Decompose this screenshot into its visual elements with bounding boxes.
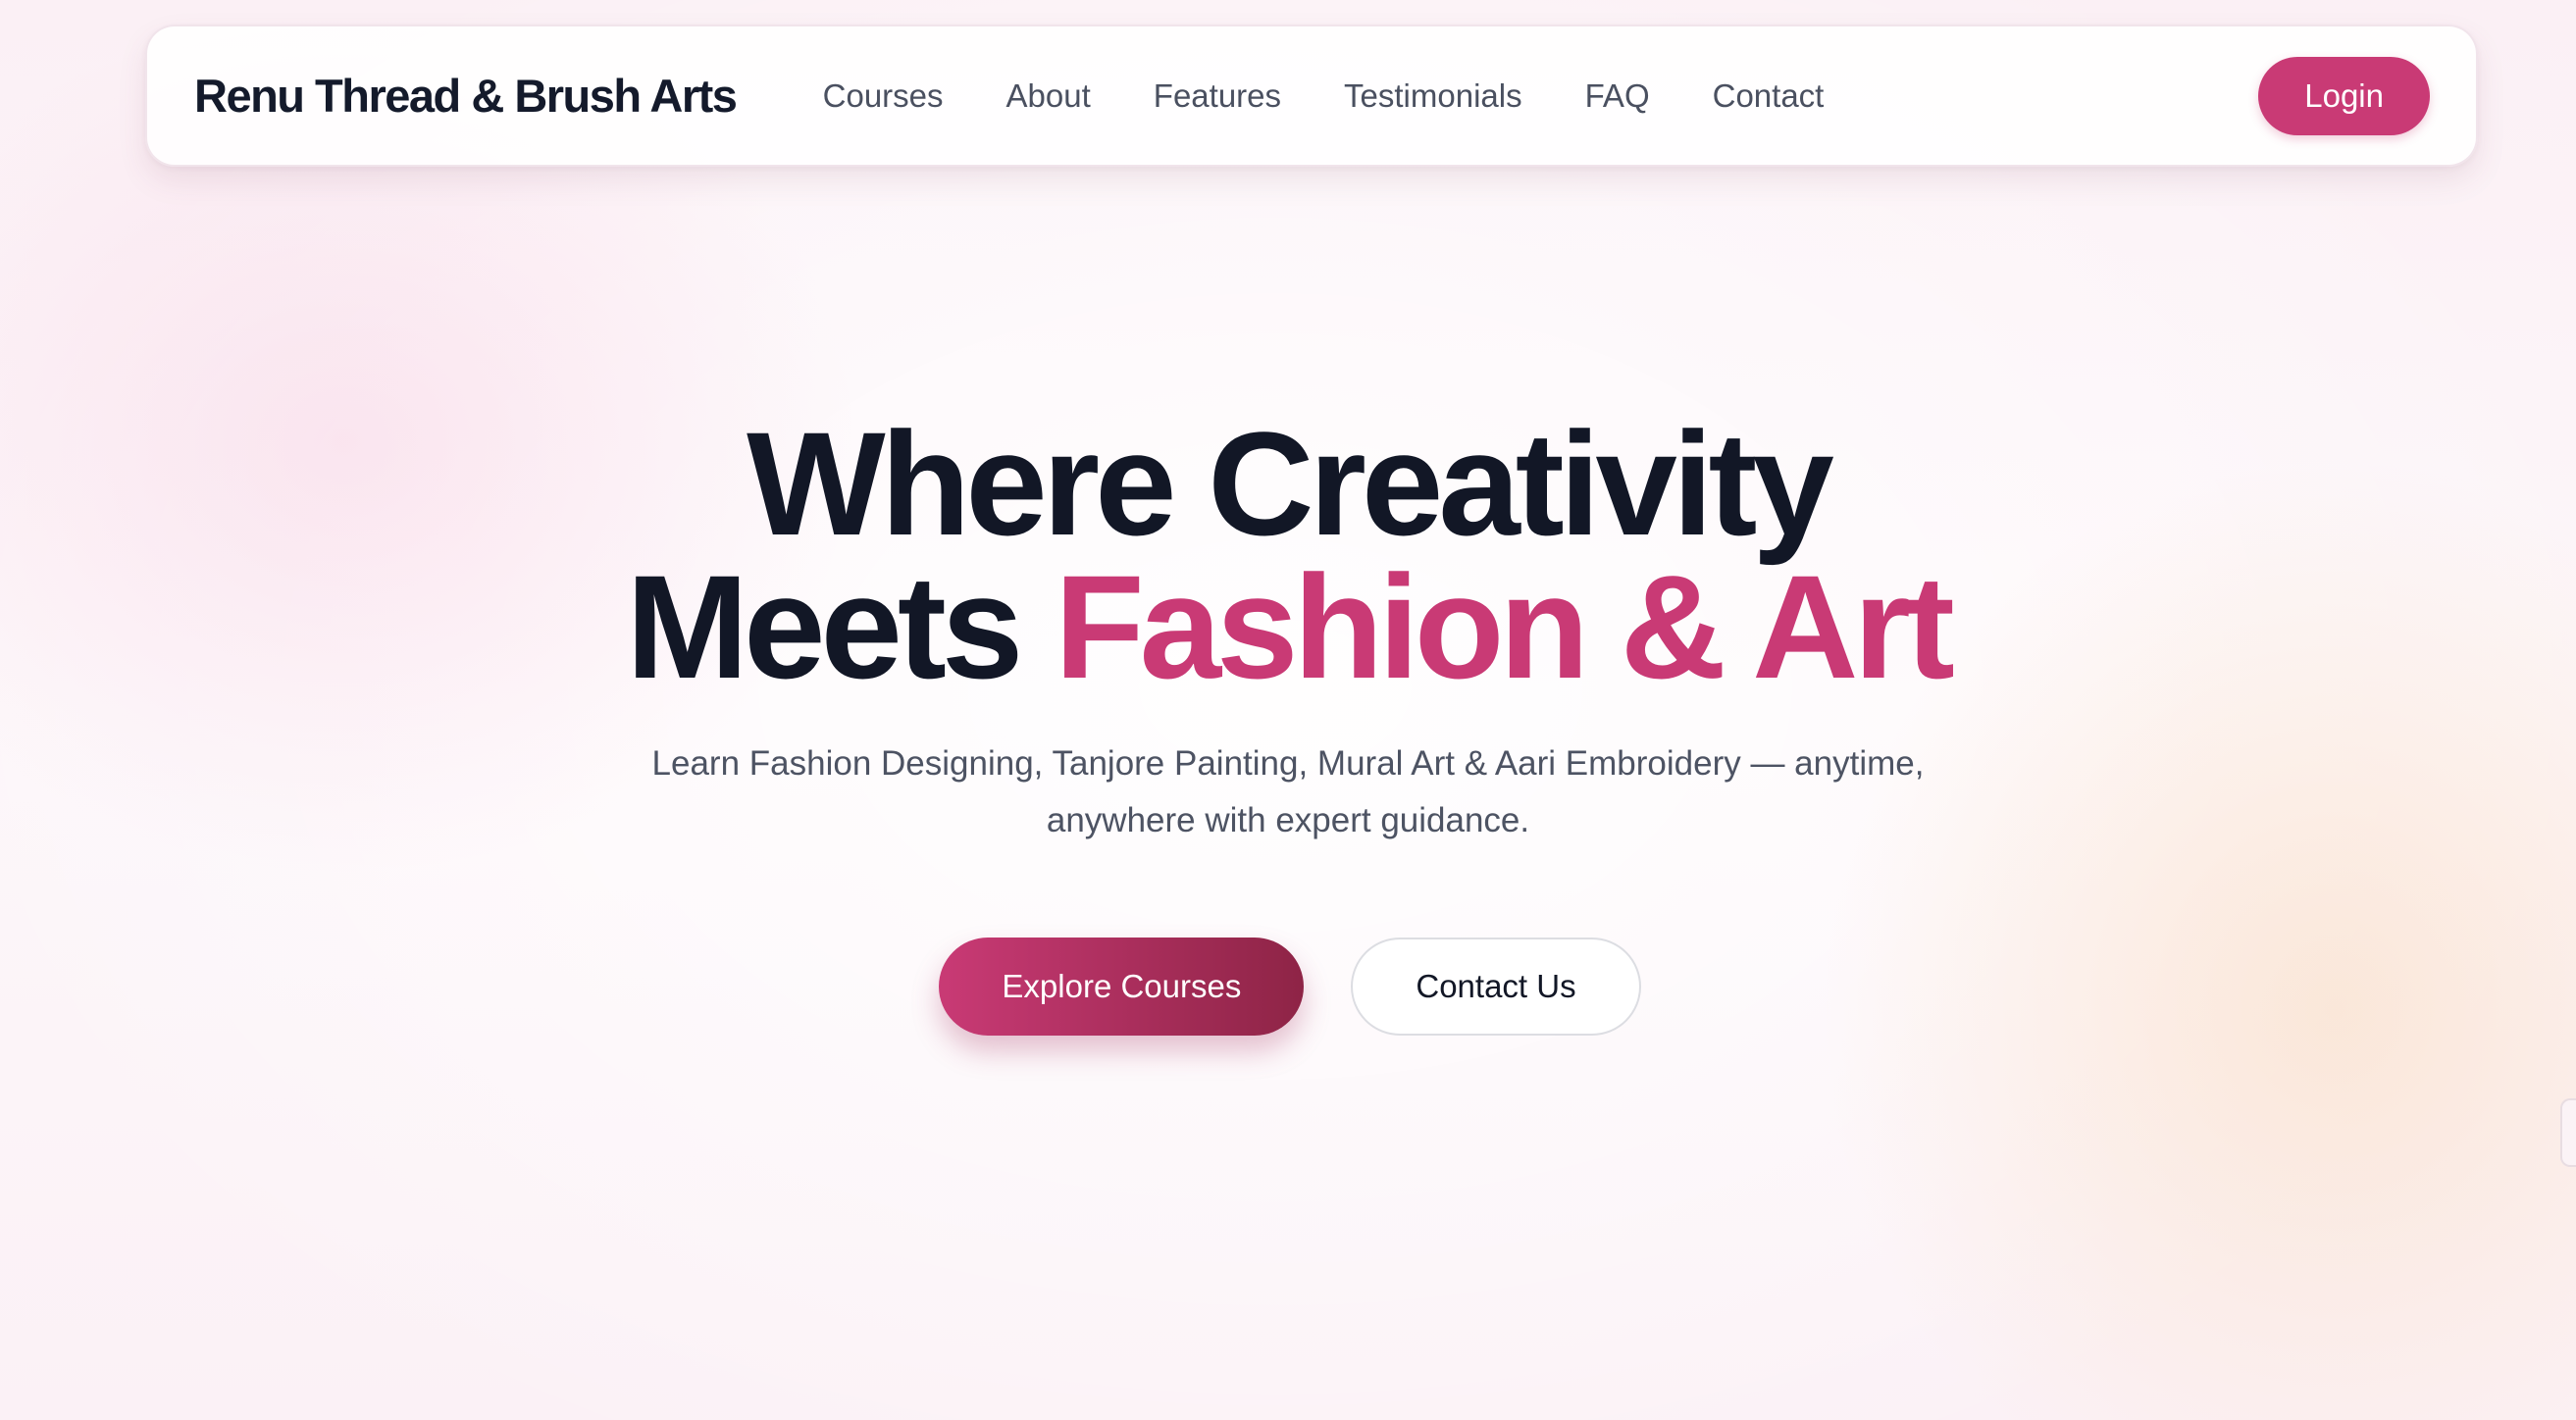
side-panel-handle[interactable] [2560,1098,2576,1167]
contact-us-button[interactable]: Contact Us [1351,938,1641,1036]
nav-link-faq[interactable]: FAQ [1585,77,1650,115]
hero-title-line1: Where Creativity [747,401,1834,566]
hero-title: Where Creativity Meets Fashion & Art [0,410,2576,700]
hero-section: Where Creativity Meets Fashion & Art Lea… [0,410,2576,1036]
brand-logo[interactable]: Renu Thread & Brush Arts [194,26,738,165]
cta-row: Explore Courses Contact Us [0,938,2576,1036]
login-button[interactable]: Login [2258,57,2430,135]
explore-courses-button[interactable]: Explore Courses [939,938,1305,1036]
hero-title-line2-plain: Meets [626,544,1056,709]
nav-link-about[interactable]: About [1006,77,1091,115]
nav-link-features[interactable]: Features [1154,77,1281,115]
nav-link-contact[interactable]: Contact [1713,77,1825,115]
hero-title-accent: Fashion & Art [1055,544,1955,709]
nav-link-courses[interactable]: Courses [823,77,944,115]
hero-subtitle: Learn Fashion Designing, Tanjore Paintin… [651,744,1925,839]
nav-link-testimonials[interactable]: Testimonials [1344,77,1522,115]
navbar: Renu Thread & Brush Arts Courses About F… [145,25,2478,167]
